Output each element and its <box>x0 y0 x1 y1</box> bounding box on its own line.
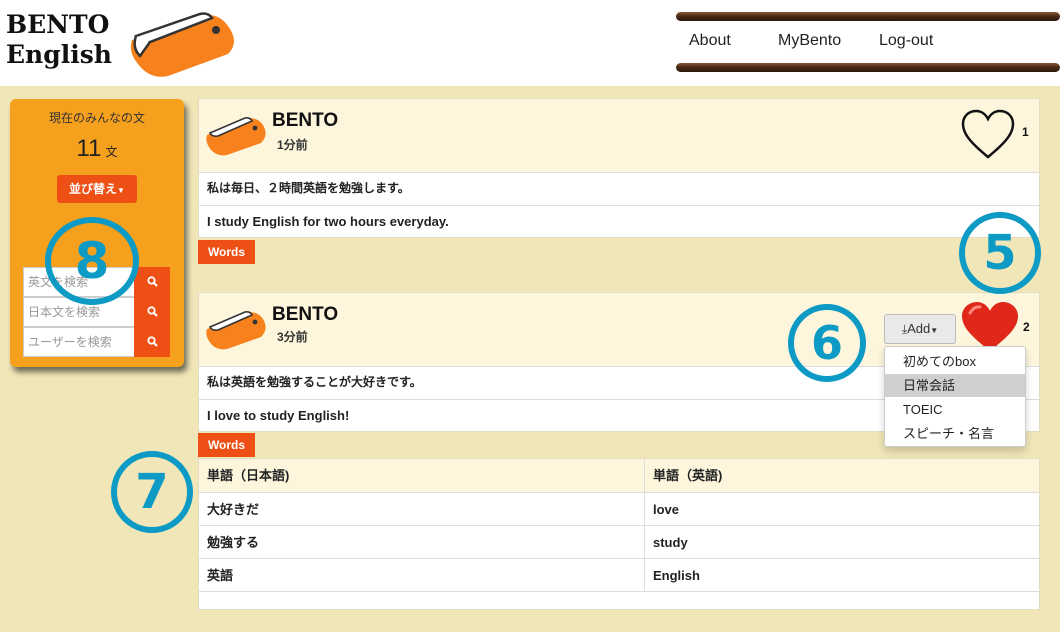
nav-mybento[interactable]: MyBento <box>778 32 841 50</box>
chopstick-bottom <box>676 63 1060 72</box>
table-cell-japanese: 大好きだ <box>199 492 644 525</box>
table-cell-japanese: 英語 <box>199 558 644 591</box>
search-user-input[interactable] <box>23 327 134 357</box>
english-sentence: I study English for two hours everyday. <box>199 205 1039 238</box>
dropdown-item-toeic[interactable]: TOEIC <box>885 398 1025 421</box>
caret-down-icon: ▼ <box>930 326 939 335</box>
post-time: 1分前 <box>277 138 308 152</box>
sort-button-label: 並び替え <box>69 182 118 196</box>
sidebar-title: 現在のみんなの文 <box>48 111 145 125</box>
add-dropdown-menu: 初めてのbox 日常会話 TOEIC スピーチ・名言 <box>884 346 1026 447</box>
add-to-box-button[interactable]: ⤓Add▼ <box>884 314 956 344</box>
post-author[interactable]: BENTO <box>272 304 338 326</box>
search-icon <box>147 336 158 347</box>
dropdown-item-daily-conversation[interactable]: 日常会話 <box>885 374 1025 397</box>
words-button[interactable]: Words <box>198 240 255 264</box>
bento-box-icon <box>206 311 266 350</box>
chopstick-top <box>676 12 1060 21</box>
table-bottom-line <box>199 591 1039 592</box>
table-cell-english: study <box>645 525 1039 558</box>
search-icon <box>147 276 158 287</box>
search-icon <box>147 306 158 317</box>
sort-button[interactable]: 並び替え▼ <box>57 175 137 203</box>
bento-box-icon <box>206 117 266 156</box>
table-cell-english: love <box>645 492 1039 525</box>
nav-logout[interactable]: Log-out <box>879 32 933 50</box>
add-button-label: Add <box>907 321 931 336</box>
logo-line-2: English <box>6 40 112 69</box>
post-author[interactable]: BENTO <box>272 110 338 132</box>
callout-5: 5 <box>959 212 1041 294</box>
like-count: 2 <box>1023 320 1030 334</box>
search-user-button[interactable] <box>134 327 170 357</box>
post-header: BENTO 1分前 1 <box>199 99 1039 172</box>
nav-about[interactable]: About <box>689 32 731 50</box>
post-card: BENTO 1分前 1 私は毎日、２時間英語を勉強します。 I study En… <box>198 98 1040 238</box>
caret-down-icon: ▼ <box>117 186 125 195</box>
table-cell-japanese: 勉強する <box>199 525 644 558</box>
sentence-count: 11 文 <box>10 135 184 163</box>
table-column-divider <box>644 459 645 591</box>
site-logo-text[interactable]: BENTO English <box>6 10 112 70</box>
dropdown-item-first-box[interactable]: 初めてのbox <box>885 350 1025 373</box>
table-header-japanese: 単語（日本語) <box>199 459 644 492</box>
like-count: 1 <box>1022 125 1029 139</box>
post-time: 3分前 <box>277 330 308 344</box>
heart-outline-icon[interactable] <box>961 109 1015 161</box>
search-user-row <box>23 327 170 357</box>
dropdown-item-speech-quotes[interactable]: スピーチ・名言 <box>885 422 1025 445</box>
bento-box-icon <box>130 12 234 77</box>
sentence-count-unit: 文 <box>105 145 118 159</box>
search-english-button[interactable] <box>134 267 170 297</box>
table-cell-english: English <box>645 558 1039 591</box>
callout-8: 8 <box>45 217 139 305</box>
site-header: BENTO English About MyBento Log-out <box>0 0 1060 86</box>
callout-7: 7 <box>111 451 193 533</box>
words-button[interactable]: Words <box>198 433 255 457</box>
japanese-sentence: 私は毎日、２時間英語を勉強します。 <box>199 172 1039 205</box>
search-japanese-button[interactable] <box>134 297 170 327</box>
logo-line-1: BENTO <box>6 10 110 39</box>
sentence-count-value: 11 <box>76 135 102 162</box>
words-table: 単語（日本語) 単語（英語) 大好きだ love 勉強する study 英語 E… <box>198 458 1040 610</box>
table-header-english: 単語（英語) <box>645 459 1039 492</box>
callout-6: 6 <box>788 304 866 382</box>
